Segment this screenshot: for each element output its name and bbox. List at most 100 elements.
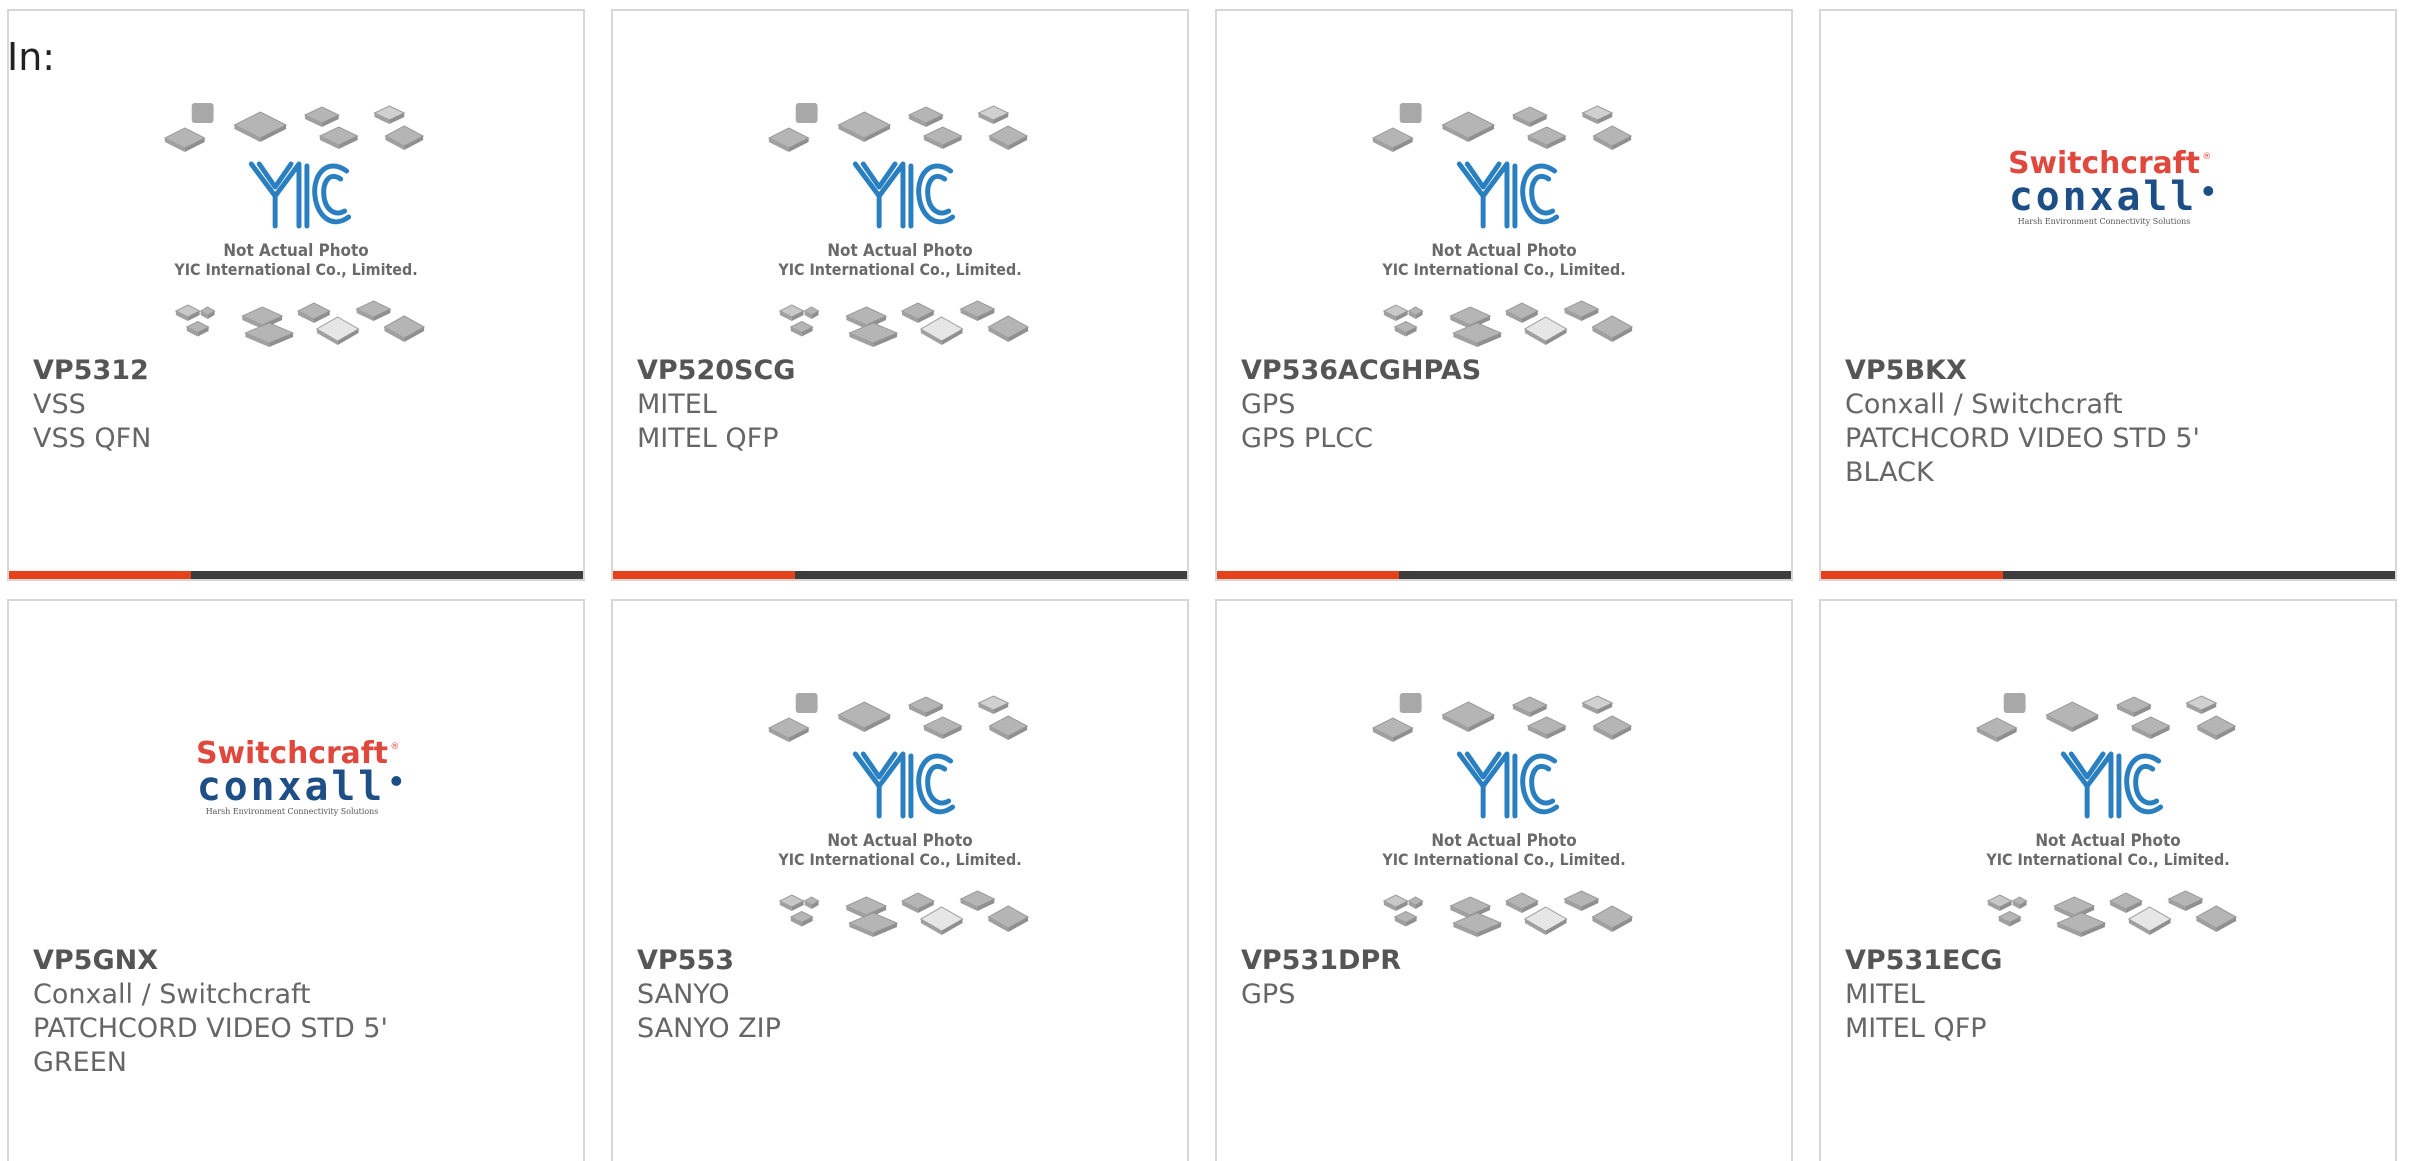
chip-icon — [1393, 910, 1418, 927]
chip-icon — [355, 300, 392, 321]
registered-circle-icon — [2203, 186, 2214, 196]
chip-icon — [315, 316, 360, 345]
yic-logo-icon — [1456, 161, 1560, 229]
color-text: GREEN — [33, 1047, 127, 1078]
chip-icon — [1581, 105, 1614, 124]
chip-icon — [837, 111, 892, 142]
chip-icon — [848, 912, 899, 937]
chip-icon — [2130, 716, 2171, 739]
accent-bar — [613, 571, 1187, 579]
chip-icon — [244, 322, 295, 347]
product-info: VP531DPR GPS — [1241, 944, 1771, 1012]
chip-icon — [185, 320, 210, 337]
accent-bar-fill — [9, 571, 191, 579]
chip-icon — [977, 695, 1010, 714]
yic-logo-icon — [852, 161, 956, 229]
photo-caption-line1: Not Actual Photo — [2035, 830, 2180, 850]
photo-caption-line2: YIC International Co., Limited. — [1985, 850, 2229, 869]
part-number[interactable]: VP520SCG — [637, 354, 1167, 388]
chip-icon — [1504, 302, 1539, 323]
chip-icon — [922, 126, 963, 149]
package-text: MITEL QFP — [637, 423, 779, 454]
manufacturer-text: Conxall / Switchcraft — [1845, 389, 2123, 420]
part-number[interactable]: VP531DPR — [1241, 944, 1771, 978]
chip-icon — [2167, 890, 2204, 911]
chip-icon — [296, 302, 331, 323]
product-card[interactable]: Not Actual Photo YIC International Co., L… — [611, 599, 1189, 1161]
product-image: Not Actual Photo YIC International Co., L… — [613, 11, 1187, 351]
chip-icon — [1399, 103, 1422, 123]
chip-icon — [384, 125, 425, 150]
chip-icon — [1393, 320, 1418, 337]
chip-icon — [837, 701, 892, 732]
chip-icon — [174, 304, 201, 321]
chip-icon — [907, 106, 944, 127]
manufacturer-text: MITEL — [637, 389, 717, 420]
chip-icon — [778, 894, 805, 911]
chip-icon — [900, 892, 935, 913]
chip-icon — [848, 322, 899, 347]
chip-icon — [1399, 693, 1422, 713]
product-image: Not Actual Photo YIC International Co., L… — [9, 11, 583, 351]
product-info: VP553 SANYO SANYO ZIP — [637, 944, 1167, 1046]
part-number[interactable]: VP5BKX — [1845, 354, 2375, 388]
product-grid-page: In: Not Actual Photo YIC International Co… — [0, 0, 2410, 1161]
chip-icon — [1526, 716, 1567, 739]
chip-icon — [795, 693, 818, 713]
product-card[interactable]: Not Actual Photo YIC International Co., L… — [1215, 599, 1793, 1161]
chip-icon — [303, 106, 340, 127]
chip-icon — [919, 316, 964, 345]
chip-icon — [900, 302, 935, 323]
manufacturer-text: GPS — [1241, 389, 1296, 420]
chip-icon — [2011, 896, 2028, 909]
part-number[interactable]: VP553 — [637, 944, 1167, 978]
chip-icon — [2115, 696, 2152, 717]
accent-bar — [9, 571, 583, 579]
product-card[interactable]: Not Actual Photo YIC International Co., L… — [7, 9, 585, 581]
conxall-tagline: Harsh Environment Connectivity Solutions — [2018, 217, 2191, 226]
photo-caption-line2: YIC International Co., Limited. — [173, 260, 417, 279]
chip-icon — [1563, 300, 1600, 321]
chip-icon — [1523, 906, 1568, 935]
package-text: GPS PLCC — [1241, 423, 1373, 454]
product-card[interactable]: Not Actual Photo YIC International Co., L… — [1215, 9, 1793, 581]
in-label: In: — [7, 35, 56, 79]
chip-icon — [163, 127, 206, 152]
chip-icon — [1986, 894, 2013, 911]
part-number[interactable]: VP5312 — [33, 354, 563, 388]
chip-icon — [977, 105, 1010, 124]
chip-icon — [907, 696, 944, 717]
product-card[interactable]: Not Actual Photo YIC International Co., L… — [611, 9, 1189, 581]
product-info: VP531ECG MITEL MITEL QFP — [1845, 944, 2375, 1046]
manufacturer-text: VSS — [33, 389, 86, 420]
chip-icon — [1382, 304, 1409, 321]
chip-icon — [1511, 696, 1548, 717]
product-card[interactable]: Switchcraft ® conxall Harsh Environment Con… — [7, 599, 585, 1161]
chip-icon — [988, 125, 1029, 150]
chip-icon — [767, 127, 810, 152]
chip-icon — [1591, 905, 1634, 932]
chip-icon — [1975, 717, 2018, 742]
description-text: PATCHCORD VIDEO STD 5' — [1845, 423, 2200, 454]
accent-bar-fill — [1217, 571, 1399, 579]
chip-icon — [789, 910, 814, 927]
chip-icon — [959, 300, 996, 321]
yic-logo-icon — [2060, 751, 2164, 819]
chip-icon — [383, 315, 426, 342]
product-card[interactable]: Switchcraft ® conxall Harsh Environment Con… — [1819, 9, 2397, 581]
chip-icon — [803, 896, 820, 909]
product-info: VP5312 VSS VSS QFN — [33, 354, 563, 456]
part-number[interactable]: VP531ECG — [1845, 944, 2375, 978]
switchcraft-conxall-logo: Switchcraft ®conxallHarsh Environment Con… — [196, 736, 402, 816]
chip-icon — [199, 306, 216, 319]
part-number[interactable]: VP536ACGHPAS — [1241, 354, 1771, 388]
registered-mark: ® — [2202, 152, 2211, 162]
chip-icon — [922, 716, 963, 739]
chip-icon — [1581, 695, 1614, 714]
chip-icon — [1441, 111, 1496, 142]
chip-icon — [1511, 106, 1548, 127]
chip-icon — [919, 906, 964, 935]
part-number[interactable]: VP5GNX — [33, 944, 563, 978]
chip-icon — [1452, 912, 1503, 937]
product-card[interactable]: Not Actual Photo YIC International Co., L… — [1819, 599, 2397, 1161]
